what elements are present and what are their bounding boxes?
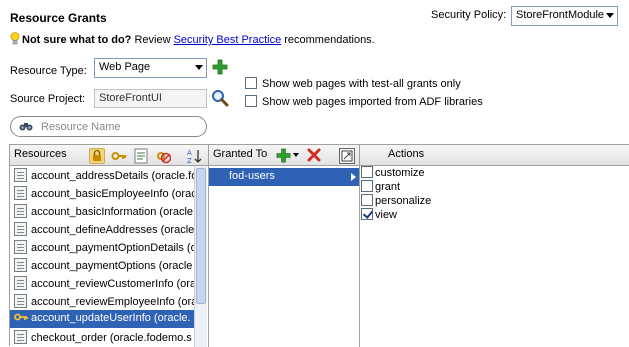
resource-label: account_addressDetails (oracle.fo bbox=[31, 170, 194, 182]
hint-question: Not sure what to do? bbox=[22, 34, 132, 46]
resource-type-select[interactable]: Web Page bbox=[94, 58, 207, 78]
resource-search-input[interactable]: Resource Name bbox=[10, 116, 207, 137]
show-adf-checkbox[interactable] bbox=[245, 95, 257, 107]
show-adf-label: Show web pages imported from ADF librari… bbox=[262, 96, 483, 108]
resources-header-label: Resources bbox=[14, 148, 67, 160]
web-page-icon bbox=[14, 204, 27, 218]
action-item-grant[interactable]: grant bbox=[360, 180, 629, 194]
grants-panel: Resources A Z Granted To Actions account… bbox=[9, 144, 629, 347]
resource-item[interactable]: checkout_order (oracle.fodemo.s bbox=[10, 328, 194, 346]
security-policy-label: Security Policy: bbox=[431, 9, 507, 21]
chevron-right-icon bbox=[351, 173, 356, 181]
actions-list: customize grant personalize view bbox=[359, 166, 629, 347]
chevron-down-icon bbox=[606, 13, 614, 18]
show-test-all-row[interactable]: Show web pages with test-all grants only bbox=[245, 77, 461, 90]
web-page-icon bbox=[14, 186, 27, 200]
resources-header: Resources bbox=[10, 145, 208, 166]
resource-label: checkout_order (oracle.fodemo.s bbox=[31, 332, 192, 344]
actions-header: Actions bbox=[359, 145, 629, 166]
resource-item[interactable]: account_basicEmployeeInfo (oracle bbox=[10, 184, 194, 202]
add-grantee-icon[interactable] bbox=[276, 148, 291, 163]
plus-icon[interactable] bbox=[212, 59, 228, 75]
chevron-down-icon bbox=[195, 65, 203, 70]
web-page-icon bbox=[14, 276, 27, 290]
show-adf-row[interactable]: Show web pages imported from ADF librari… bbox=[245, 95, 483, 108]
action-checkbox[interactable] bbox=[361, 208, 373, 220]
resources-scrollbar[interactable] bbox=[194, 166, 207, 347]
actions-header-label: Actions bbox=[388, 148, 425, 160]
action-item-customize[interactable]: customize bbox=[360, 166, 629, 180]
resource-label: account_basicInformation (oracle. bbox=[31, 206, 194, 218]
svg-text:A: A bbox=[187, 149, 192, 157]
resource-item[interactable]: account_defineAddresses (oracle. bbox=[10, 220, 194, 238]
action-label: grant bbox=[375, 181, 401, 193]
key-icon bbox=[14, 313, 28, 321]
grantee-item[interactable]: fod-users bbox=[209, 168, 359, 186]
action-label: customize bbox=[375, 167, 425, 179]
resource-item[interactable]: account_addressDetails (oracle.fo bbox=[10, 166, 194, 184]
search-placeholder: Resource Name bbox=[41, 121, 121, 133]
lightbulb-icon bbox=[10, 32, 20, 45]
resource-item[interactable]: account_paymentOptionDetails (o bbox=[10, 238, 194, 256]
action-checkbox[interactable] bbox=[361, 180, 373, 192]
source-project-label: Source Project: bbox=[10, 93, 86, 105]
magnifier-icon[interactable] bbox=[211, 89, 229, 107]
resource-item[interactable]: account_reviewCustomerInfo (ora bbox=[10, 274, 194, 292]
resource-item[interactable]: account_reviewEmployeeInfo (ora bbox=[10, 292, 194, 310]
key-filter-icon[interactable] bbox=[111, 148, 127, 164]
security-policy-value: StoreFrontModule bbox=[516, 9, 605, 21]
source-project-field[interactable]: StoreFrontUI bbox=[94, 89, 207, 108]
best-practice-hint: Not sure what to do? Review Security Bes… bbox=[10, 32, 375, 46]
add-grantee-dropdown-icon[interactable] bbox=[293, 153, 299, 157]
resources-list[interactable]: account_addressDetails (oracle.fo account… bbox=[10, 166, 194, 347]
sort-az-icon[interactable]: A Z bbox=[186, 148, 202, 164]
web-page-icon bbox=[14, 294, 27, 308]
action-label: view bbox=[375, 209, 398, 221]
action-checkbox[interactable] bbox=[361, 194, 373, 206]
action-checkbox[interactable] bbox=[361, 166, 373, 178]
page-title: Resource Grants bbox=[10, 11, 107, 25]
web-page-icon bbox=[14, 258, 27, 272]
web-page-icon bbox=[14, 240, 27, 254]
resource-label: account_reviewEmployeeInfo (ora bbox=[31, 296, 194, 308]
resource-item[interactable]: account_paymentOptions (oracle bbox=[10, 256, 194, 274]
action-label: personalize bbox=[375, 195, 432, 207]
expand-view-icon[interactable] bbox=[339, 148, 355, 164]
lock-filter-icon[interactable] bbox=[89, 148, 105, 164]
hint-pre: Review bbox=[134, 34, 171, 46]
security-best-practice-link[interactable]: Security Best Practice bbox=[174, 34, 282, 46]
resource-type-label: Resource Type: bbox=[10, 65, 87, 77]
resource-label: account_reviewCustomerInfo (ora bbox=[31, 278, 194, 290]
granted-to-list[interactable]: fod-users bbox=[208, 166, 359, 347]
web-page-icon bbox=[14, 168, 27, 182]
resource-item[interactable]: account_updateUserInfo (oracle. bbox=[10, 310, 194, 328]
grantee-label: fod-users bbox=[229, 170, 275, 182]
web-page-icon bbox=[14, 330, 27, 344]
resource-label: account_defineAddresses (oracle. bbox=[31, 224, 194, 236]
svg-text:Z: Z bbox=[187, 157, 192, 164]
binoculars-icon bbox=[19, 123, 33, 131]
resource-type-value: Web Page bbox=[99, 61, 151, 73]
no-grant-filter-icon[interactable] bbox=[155, 148, 171, 164]
resource-label: account_updateUserInfo (oracle. bbox=[31, 312, 191, 324]
resource-label: account_paymentOptions (oracle bbox=[31, 260, 193, 272]
action-item-personalize[interactable]: personalize bbox=[360, 194, 629, 208]
hint-post: recommendations. bbox=[284, 34, 375, 46]
delete-x-icon[interactable] bbox=[307, 148, 321, 162]
resources-scrollbar-thumb[interactable] bbox=[196, 168, 206, 304]
page-filter-icon[interactable] bbox=[133, 148, 149, 164]
security-policy-select[interactable]: StoreFrontModule bbox=[511, 6, 618, 26]
resource-label: account_basicEmployeeInfo (oracle bbox=[31, 188, 194, 200]
granted-to-header-label: Granted To bbox=[213, 148, 268, 160]
web-page-icon bbox=[14, 222, 27, 236]
show-test-all-label: Show web pages with test-all grants only bbox=[262, 78, 461, 90]
resource-label: account_paymentOptionDetails (o bbox=[31, 242, 194, 254]
action-item-view[interactable]: view bbox=[360, 208, 629, 222]
show-test-all-checkbox[interactable] bbox=[245, 77, 257, 89]
resource-item[interactable]: account_basicInformation (oracle. bbox=[10, 202, 194, 220]
